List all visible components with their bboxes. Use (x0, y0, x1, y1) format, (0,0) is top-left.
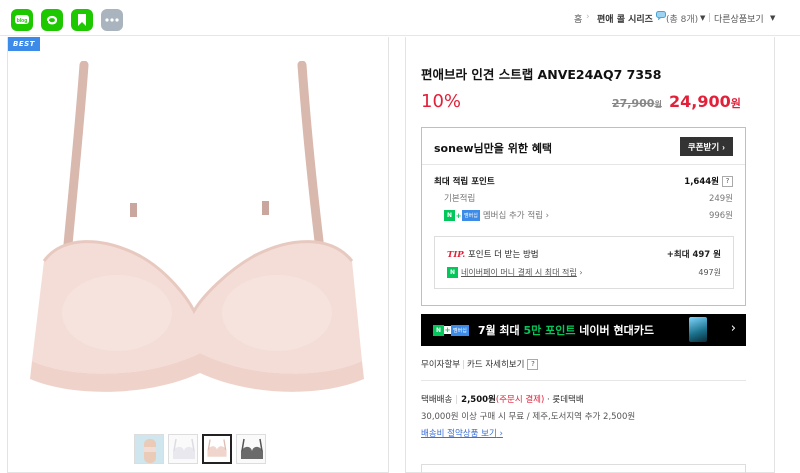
tip-label: TIP. 포인트 더 받는 방법 (447, 248, 539, 260)
max-points-value: 1,644원? (684, 175, 733, 187)
membership-points-label: 멤버십 추가 적립 (482, 211, 543, 221)
coupon-button[interactable]: 쿠폰받기 › (679, 137, 733, 156)
breadcrumb-count: (총 8개) (666, 15, 699, 25)
hyundai-card-banner[interactable]: N + 멤버십 7월 최대 5만 포인트 네이버 현대카드 › (421, 314, 746, 346)
chevron-right-icon: › (722, 141, 725, 152)
keep-share-button[interactable] (71, 9, 93, 31)
product-info-panel: 편애브라 인견 스트랩 ANVE24AQ7 7358 10% 27,900원 2… (405, 37, 775, 473)
help-icon[interactable]: ? (722, 176, 733, 187)
divider (709, 13, 710, 22)
installment-label: 무이자할부 (421, 360, 461, 370)
sale-price-unit: 원 (730, 97, 741, 110)
thumbnail-model[interactable] (134, 434, 164, 464)
basic-points-label: 기본적립 (444, 194, 476, 204)
other-products-link[interactable]: 다른상품보기 (714, 12, 764, 25)
speech-bubble-icon (656, 11, 666, 23)
help-icon[interactable]: ? (527, 359, 539, 370)
more-icon (105, 18, 119, 22)
sale-price: 24,900원 (669, 92, 741, 111)
naver-membership-badge-icon: N + 멤버십 (444, 210, 480, 221)
original-price-value: 27,900 (612, 97, 655, 110)
top-bar: blog 홈 › 편애 콜 시리즈 (총 8개) ▼ 다른상품보기 ▼ (0, 0, 800, 36)
banner-text-pre: 7월 최대 (477, 324, 524, 337)
benefit-header: sonew님만을 위한 혜택 쿠폰받기 › (422, 128, 745, 165)
chevron-right-icon: › (579, 268, 583, 277)
membership-points-row[interactable]: N + 멤버십 멤버십 추가 적립 › (444, 209, 549, 221)
option-box (421, 464, 746, 473)
product-image-panel: BEST (7, 37, 389, 473)
banner-text-highlight: 5만 포인트 (523, 324, 576, 337)
band-share-button[interactable] (41, 9, 63, 31)
tip-text: 포인트 더 받는 방법 (467, 250, 539, 260)
basic-points-value: 249원 (708, 194, 733, 204)
thumbnail-charcoal[interactable] (236, 434, 266, 464)
chevron-right-icon: › (586, 12, 590, 22)
naver-pay-icon: N (447, 267, 458, 278)
max-points-label: 최대 적립 포인트 (434, 177, 495, 187)
coupon-button-label: 쿠폰받기 (687, 141, 720, 152)
naver-membership-badge-icon: N + 멤버십 (433, 324, 469, 336)
caret-down-icon[interactable]: ▼ (770, 14, 775, 22)
shipping-carrier: 롯데택배 (552, 395, 584, 405)
more-share-button[interactable] (101, 9, 123, 31)
breadcrumb-series[interactable]: 편애 콜 시리즈 (597, 12, 653, 25)
band-icon (46, 15, 58, 25)
breadcrumb-series-label: 편애 콜 시리즈 (597, 15, 653, 25)
membership-points-value: 996원 (708, 211, 733, 221)
chevron-right-icon: › (730, 321, 736, 336)
best-badge: BEST (8, 37, 40, 51)
chevron-right-icon: › (499, 429, 503, 439)
tip-box: TIP. 포인트 더 받는 방법 +최대 497 원 N 네이버페이 머니 결제 … (434, 236, 734, 289)
shipping-note: (주문시 결제) (495, 395, 545, 405)
shipping-saving-label: 배송비 절약상품 보기 (421, 429, 497, 439)
caret-down-icon[interactable]: ▼ (700, 14, 705, 22)
thumbnail-list (134, 434, 266, 464)
thumbnail-beige[interactable] (202, 434, 232, 464)
shipping-row: 택배배송 | 2,500원(주문시 결제) · 롯데택배 (421, 395, 584, 405)
divider (421, 380, 746, 381)
breadcrumb-home[interactable]: 홈 (574, 12, 582, 25)
naver-blog-icon: blog (15, 15, 29, 24)
banner-text: 7월 최대 5만 포인트 네이버 현대카드 (478, 322, 654, 338)
shipping-price: 2,500원 (461, 395, 496, 405)
chevron-right-icon: › (545, 211, 550, 221)
npay-money-link[interactable]: 네이버페이 머니 결제 시 최대 적립 (461, 268, 577, 277)
sale-price-value: 24,900 (669, 92, 731, 111)
original-price-unit: 원 (654, 100, 662, 109)
installment-row: 무이자할부 | 카드 자세히보기? (421, 358, 539, 370)
product-main-image[interactable] (22, 61, 372, 421)
product-title: 편애브라 인견 스트랩 ANVE24AQ7 7358 (421, 67, 662, 82)
card-detail-link[interactable]: 카드 자세히보기 (467, 360, 524, 370)
shipping-condition: 30,000원 이상 구매 시 무료 / 제주,도서지역 추가 2,500원 (421, 412, 636, 422)
benefit-title: sonew님만을 위한 혜택 (434, 142, 553, 155)
shipping-saving-link[interactable]: 배송비 절약상품 보기 › (421, 427, 503, 439)
tip-word: TIP. (447, 250, 466, 260)
benefit-box: sonew님만을 위한 혜택 쿠폰받기 › 최대 적립 포인트 1,644원? … (421, 127, 746, 306)
shipping-label: 택배배송 (421, 395, 453, 405)
original-price: 27,900원 (612, 97, 662, 110)
credit-card-icon (689, 317, 707, 342)
npay-money-row[interactable]: N 네이버페이 머니 결제 시 최대 적립 › (447, 267, 583, 278)
svg-text:blog: blog (17, 18, 28, 24)
keep-icon (78, 14, 86, 26)
naver-blog-share-button[interactable]: blog (11, 9, 33, 31)
discount-rate: 10% (421, 91, 462, 112)
tip-max-points: +최대 497 원 (666, 250, 721, 260)
banner-text-post: 네이버 현대카드 (575, 324, 654, 337)
max-points-amount: 1,644원 (684, 177, 719, 187)
thumbnail-white[interactable] (168, 434, 198, 464)
npay-money-value: 497원 (698, 268, 721, 277)
